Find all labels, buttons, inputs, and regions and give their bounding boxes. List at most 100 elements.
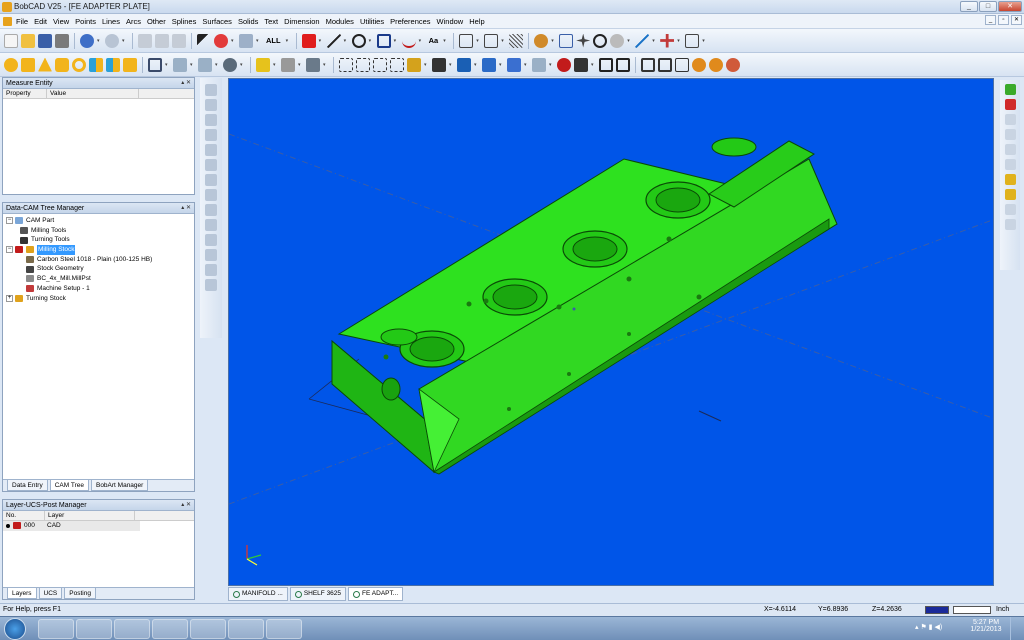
pocket-3-bore[interactable] xyxy=(572,236,618,262)
axis-dropdown-icon[interactable]: ▾ xyxy=(677,34,682,48)
pocket-2-bore[interactable] xyxy=(492,284,538,310)
cut-icon[interactable] xyxy=(138,33,152,48)
menu-other[interactable]: Other xyxy=(147,17,166,26)
layer-row[interactable]: 000 CAD xyxy=(3,521,140,531)
spline-icon[interactable] xyxy=(401,34,416,48)
pattern-icon[interactable] xyxy=(390,57,404,72)
stack-icon[interactable] xyxy=(1004,144,1016,155)
measure-dropdown-icon[interactable]: ▾ xyxy=(591,58,596,72)
construct-grid-icon[interactable] xyxy=(205,279,217,291)
menu-modules[interactable]: Modules xyxy=(326,17,354,26)
fillet-dropdown-icon[interactable]: ▾ xyxy=(190,58,195,72)
construct-nearest-icon[interactable] xyxy=(205,234,217,246)
menu-view[interactable]: View xyxy=(53,17,69,26)
measure-icon[interactable] xyxy=(574,57,588,72)
tab-layers[interactable]: Layers xyxy=(7,588,37,599)
taskbar-drive-icon[interactable] xyxy=(114,619,150,639)
zoom-icon[interactable] xyxy=(534,33,549,48)
start-button-icon[interactable] xyxy=(4,618,26,640)
undo-icon[interactable] xyxy=(80,33,94,48)
tree-item-post[interactable]: BC_4x_Mill.MillPst xyxy=(6,274,194,284)
feature-icon[interactable] xyxy=(599,57,613,72)
select-entity-dropdown-icon[interactable]: ▾ xyxy=(231,34,236,48)
dimension-vertical-icon[interactable] xyxy=(484,33,499,48)
shell-icon[interactable] xyxy=(223,57,237,72)
tab-fe-adapter[interactable]: FE ADAPT... xyxy=(348,587,404,601)
view-icon[interactable] xyxy=(610,33,625,48)
tree-item-stock-geometry[interactable]: Stock Geometry xyxy=(6,264,194,274)
menu-points[interactable]: Points xyxy=(75,17,96,26)
transform-dropdown-icon[interactable]: ▾ xyxy=(549,58,554,72)
break-dropdown-icon[interactable]: ▾ xyxy=(474,58,479,72)
bolt-hole[interactable] xyxy=(483,298,489,304)
cone-icon[interactable] xyxy=(38,57,52,72)
text-button[interactable]: Aa xyxy=(427,36,441,45)
transform-icon[interactable] xyxy=(532,57,546,72)
document-icon[interactable] xyxy=(3,16,12,26)
taskbar-app-icon[interactable] xyxy=(152,619,188,639)
trim-dropdown-icon[interactable]: ▾ xyxy=(424,58,429,72)
circle-dropdown-icon[interactable]: ▾ xyxy=(369,34,374,48)
refresh-icon[interactable] xyxy=(1004,159,1016,170)
close-button[interactable]: ✕ xyxy=(998,1,1022,12)
dimension-dropdown-icon[interactable]: ▾ xyxy=(476,34,481,48)
menu-lines[interactable]: Lines xyxy=(102,17,120,26)
surface-dropdown-icon[interactable]: ▾ xyxy=(273,58,278,72)
copy-icon[interactable] xyxy=(155,33,169,48)
select-arrow-icon[interactable] xyxy=(197,33,211,48)
menu-solids[interactable]: Solids xyxy=(238,17,258,26)
tree-item-cam-part[interactable]: − CAM Part xyxy=(6,216,194,226)
extrude-icon[interactable] xyxy=(123,57,137,72)
rectangle-icon[interactable] xyxy=(376,33,391,48)
collapse-icon[interactable]: − xyxy=(6,246,13,254)
slot-end[interactable] xyxy=(711,137,757,157)
menu-utilities[interactable]: Utilities xyxy=(360,17,384,26)
mdi-close-button[interactable]: ✕ xyxy=(1011,15,1022,25)
select-entity-icon[interactable] xyxy=(214,33,228,48)
color-picker[interactable] xyxy=(925,606,949,614)
construct-perpendicular-icon[interactable] xyxy=(205,144,217,156)
calendar-icon[interactable] xyxy=(1004,174,1016,185)
mdi-restore-button[interactable]: ▫ xyxy=(998,15,1009,25)
show-desktop-button[interactable] xyxy=(1010,617,1024,640)
render-icon[interactable] xyxy=(692,57,706,72)
bolt-hole[interactable] xyxy=(626,276,632,282)
group-icon[interactable] xyxy=(641,57,655,72)
construct-tangent-icon[interactable] xyxy=(205,129,217,141)
view-dropdown-icon[interactable]: ▾ xyxy=(627,34,632,48)
tab-shelf[interactable]: SHELF 3625 xyxy=(289,587,347,601)
layer-icon[interactable] xyxy=(675,57,689,72)
surface-icon[interactable] xyxy=(256,57,270,72)
pocket-4-bore[interactable] xyxy=(655,187,701,213)
no-column[interactable]: No. xyxy=(3,511,45,520)
extend-icon[interactable] xyxy=(432,57,446,72)
trim-icon[interactable] xyxy=(407,57,421,72)
cylinder-icon[interactable] xyxy=(55,57,69,72)
save-icon[interactable] xyxy=(38,33,52,48)
shell-dropdown-icon[interactable]: ▾ xyxy=(240,58,245,72)
redo-dropdown-icon[interactable]: ▾ xyxy=(122,34,127,48)
render-2-icon[interactable] xyxy=(709,57,723,72)
ungroup-icon[interactable] xyxy=(658,57,672,72)
properties-icon[interactable] xyxy=(1004,114,1016,125)
list-icon[interactable] xyxy=(1004,129,1016,140)
tree-item-milling-tools[interactable]: Milling Tools xyxy=(6,226,194,236)
bolt-hole[interactable] xyxy=(383,354,389,360)
dimension-icon[interactable] xyxy=(459,33,474,48)
hatch-icon[interactable] xyxy=(509,33,524,48)
solid-box-icon[interactable] xyxy=(482,57,496,72)
undo-dropdown-icon[interactable]: ▾ xyxy=(97,34,102,48)
taskbar-explorer-icon[interactable] xyxy=(38,619,74,639)
checkmark-icon[interactable] xyxy=(1004,84,1016,95)
layers-icon[interactable] xyxy=(1004,204,1016,215)
bolt-hole[interactable] xyxy=(556,304,562,310)
slot-front[interactable] xyxy=(380,328,418,346)
line-style-picker[interactable] xyxy=(953,606,991,614)
chamfer-dropdown-icon[interactable]: ▾ xyxy=(215,58,220,72)
collapse-icon[interactable]: − xyxy=(6,217,13,225)
boolean-subtract-icon[interactable] xyxy=(106,57,120,72)
solid-cube-icon[interactable] xyxy=(507,57,521,72)
tab-data-entry[interactable]: Data Entry xyxy=(7,480,48,491)
text-dropdown-icon[interactable]: ▾ xyxy=(443,34,448,48)
chamfer-icon[interactable] xyxy=(198,57,212,72)
